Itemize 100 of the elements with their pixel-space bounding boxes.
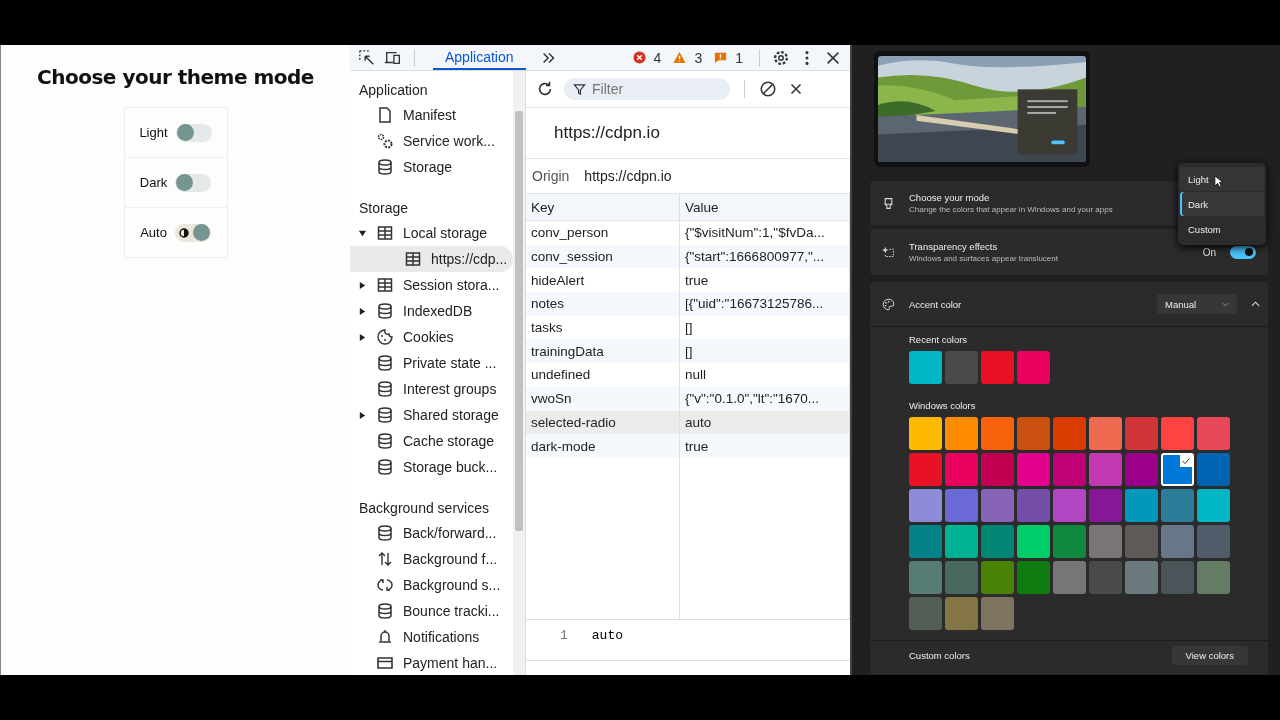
menu-item[interactable]: Custom (1180, 217, 1264, 241)
color-swatch[interactable] (981, 417, 1014, 450)
clear-icon[interactable] (759, 80, 777, 98)
table-row[interactable]: dark-mode true (526, 434, 850, 458)
color-swatch[interactable] (1089, 525, 1122, 558)
menu-item[interactable]: Dark (1180, 192, 1264, 216)
theme-toggle[interactable] (175, 173, 212, 192)
accent-dropdown[interactable]: Manual (1157, 294, 1237, 314)
expand-arrow-icon[interactable] (358, 228, 367, 238)
color-swatch[interactable] (945, 489, 978, 522)
color-swatch[interactable] (945, 561, 978, 594)
tree-item[interactable]: Service work... (350, 128, 513, 154)
color-swatch[interactable] (909, 351, 942, 384)
color-swatch[interactable] (981, 525, 1014, 558)
tree-item[interactable]: https://cdp... (350, 246, 513, 272)
tree-item[interactable]: Cache storage (350, 428, 513, 454)
error-count[interactable]: 4 (653, 49, 662, 66)
table-row[interactable]: vwoSn {"v":"0.1.0","lt":"1670... (526, 386, 850, 411)
chevron-icon[interactable] (1251, 301, 1260, 307)
tree-item[interactable]: Background s... (350, 572, 513, 598)
tree-item[interactable]: Session stora... (350, 272, 513, 298)
color-swatch[interactable] (945, 453, 978, 486)
color-swatch[interactable] (1017, 525, 1050, 558)
tree-item[interactable]: Local storage (350, 220, 513, 246)
filter-field[interactable]: Filter (564, 78, 730, 100)
expand-arrow-icon[interactable] (358, 280, 367, 290)
color-swatch[interactable] (1161, 525, 1194, 558)
color-swatch[interactable] (1197, 417, 1230, 450)
color-swatch[interactable] (1125, 453, 1158, 486)
settings-icon[interactable] (772, 48, 790, 67)
tree-item[interactable]: IndexedDB (350, 298, 513, 324)
table-row[interactable]: selected-radio auto (526, 410, 850, 435)
color-swatch[interactable] (909, 561, 942, 594)
color-swatch[interactable] (1053, 417, 1086, 450)
panel-tab[interactable]: Application (433, 45, 526, 70)
transparency-toggle[interactable] (1230, 245, 1256, 259)
theme-toggle[interactable] (174, 223, 211, 242)
color-swatch[interactable] (1053, 525, 1086, 558)
color-swatch[interactable] (1197, 561, 1230, 594)
expand-arrow-icon[interactable] (358, 332, 367, 342)
color-swatch[interactable] (1089, 453, 1122, 486)
color-swatch[interactable] (981, 561, 1014, 594)
refresh-icon[interactable] (536, 80, 554, 98)
color-swatch[interactable] (981, 351, 1014, 384)
color-swatch[interactable] (1161, 489, 1194, 522)
color-swatch[interactable] (1125, 417, 1158, 450)
color-swatch[interactable] (1197, 489, 1230, 522)
table-row[interactable]: trainingData [] (526, 339, 850, 364)
color-swatch[interactable] (945, 525, 978, 558)
scrollbar[interactable] (513, 71, 525, 675)
warning-count[interactable]: 3 (694, 49, 703, 66)
color-swatch[interactable] (909, 597, 942, 630)
tree-item[interactable]: Notifications (350, 624, 513, 650)
view-colors-button[interactable]: View colors (1171, 645, 1248, 665)
color-swatch[interactable] (981, 453, 1014, 486)
tree-item[interactable]: Storage (350, 154, 513, 180)
color-swatch[interactable] (909, 489, 942, 522)
tree-item[interactable]: Private state ... (350, 350, 513, 376)
color-swatch[interactable] (1053, 453, 1086, 486)
tree-item[interactable]: Bounce tracki... (350, 598, 513, 624)
color-swatch[interactable] (1125, 489, 1158, 522)
color-swatch[interactable] (1017, 453, 1050, 486)
column-header[interactable]: Key (526, 194, 680, 220)
tree-item[interactable]: Cookies (350, 324, 513, 350)
color-swatch[interactable] (1017, 351, 1050, 384)
color-swatch[interactable] (981, 597, 1014, 630)
color-swatch[interactable] (1197, 525, 1230, 558)
color-swatch[interactable] (1161, 417, 1194, 450)
color-swatch[interactable] (909, 417, 942, 450)
tree-item[interactable]: Interest groups (350, 376, 513, 402)
theme-toggle[interactable] (175, 123, 212, 142)
color-swatch[interactable] (1053, 489, 1086, 522)
color-swatch[interactable] (945, 351, 978, 384)
expand-arrow-icon[interactable] (358, 410, 367, 420)
color-swatch[interactable] (1017, 417, 1050, 450)
color-swatch[interactable] (945, 597, 978, 630)
menu-item[interactable]: Light (1180, 167, 1264, 191)
tree-item[interactable]: Back/forward... (350, 520, 513, 546)
color-swatch[interactable] (909, 453, 942, 486)
tree-item[interactable]: Storage buck... (350, 454, 513, 480)
color-swatch[interactable] (1161, 453, 1194, 486)
tree-item[interactable]: Payment han... (350, 650, 513, 675)
color-swatch[interactable] (981, 489, 1014, 522)
table-row[interactable]: conv_session {"start":1666800977,"... (526, 244, 850, 269)
color-swatch[interactable] (1089, 417, 1122, 450)
expand-arrow-icon[interactable] (358, 306, 367, 316)
color-swatch[interactable] (1161, 561, 1194, 594)
issue-count[interactable]: 1 (735, 49, 743, 66)
tree-item[interactable]: Shared storage (350, 402, 513, 428)
tree-item[interactable]: Manifest (350, 102, 513, 128)
inspect-icon[interactable] (358, 48, 376, 67)
table-row[interactable]: undefined null (526, 363, 850, 387)
tree-item[interactable]: Background f... (350, 546, 513, 572)
color-swatch[interactable] (1089, 489, 1122, 522)
color-swatch[interactable] (1089, 561, 1122, 594)
table-row[interactable]: notes [{"uid":"16673125786... (526, 292, 850, 316)
color-swatch[interactable] (945, 417, 978, 450)
color-swatch[interactable] (1125, 525, 1158, 558)
column-header[interactable]: Value (680, 194, 850, 220)
color-swatch[interactable] (1197, 453, 1230, 486)
